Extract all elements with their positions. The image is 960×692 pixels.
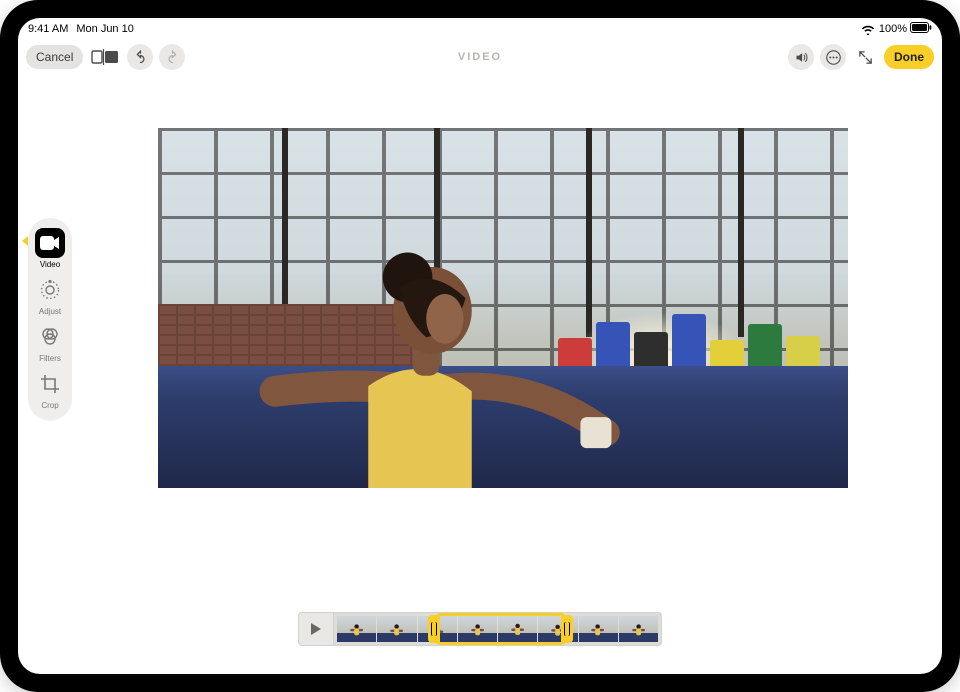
title-label: VIDEO (458, 51, 502, 63)
timeline-track[interactable] (334, 612, 662, 646)
more-button[interactable] (820, 44, 846, 70)
trim-selection[interactable] (435, 613, 566, 645)
rail-item-adjust[interactable]: Adjust (28, 275, 72, 316)
done-label: Done (894, 50, 924, 64)
video-preview[interactable] (158, 128, 848, 488)
battery-icon (910, 22, 932, 36)
timeline (298, 612, 662, 646)
video-icon (39, 235, 61, 251)
rail-label: Adjust (39, 307, 61, 316)
rail-label: Video (40, 260, 60, 269)
subject-figure (213, 236, 627, 488)
rail-label: Filters (39, 354, 61, 363)
volume-button[interactable] (788, 44, 814, 70)
cancel-button[interactable]: Cancel (26, 45, 83, 69)
status-time: 9:41 AM (28, 23, 68, 35)
trim-handle-end[interactable] (561, 615, 573, 643)
editor-toolbar: Cancel VIDEO (18, 40, 942, 74)
battery-percentage: 100% (879, 23, 907, 35)
adjust-icon (39, 279, 61, 301)
trim-handle-start[interactable] (428, 615, 440, 643)
fullscreen-button[interactable] (852, 44, 878, 70)
play-button[interactable] (298, 612, 334, 646)
cancel-label: Cancel (36, 50, 73, 64)
rail-label: Crop (41, 401, 58, 410)
wifi-icon (861, 24, 875, 35)
active-indicator (22, 236, 28, 246)
filters-icon (40, 327, 60, 347)
rail-item-filters[interactable]: Filters (28, 322, 72, 363)
done-button[interactable]: Done (884, 45, 934, 69)
crop-icon (40, 374, 60, 394)
aspect-toggle-button[interactable] (89, 45, 121, 69)
ipad-frame: 9:41 AM Mon Jun 10 100% Cancel (0, 0, 960, 692)
rail-item-crop[interactable]: Crop (28, 369, 72, 410)
status-bar: 9:41 AM Mon Jun 10 100% (18, 18, 942, 40)
undo-button[interactable] (127, 44, 153, 70)
status-date: Mon Jun 10 (76, 23, 133, 35)
screen: 9:41 AM Mon Jun 10 100% Cancel (18, 18, 942, 674)
redo-button[interactable] (159, 44, 185, 70)
edit-mode-rail: Video Adjust (28, 218, 72, 420)
rail-item-video[interactable]: Video (28, 228, 72, 269)
